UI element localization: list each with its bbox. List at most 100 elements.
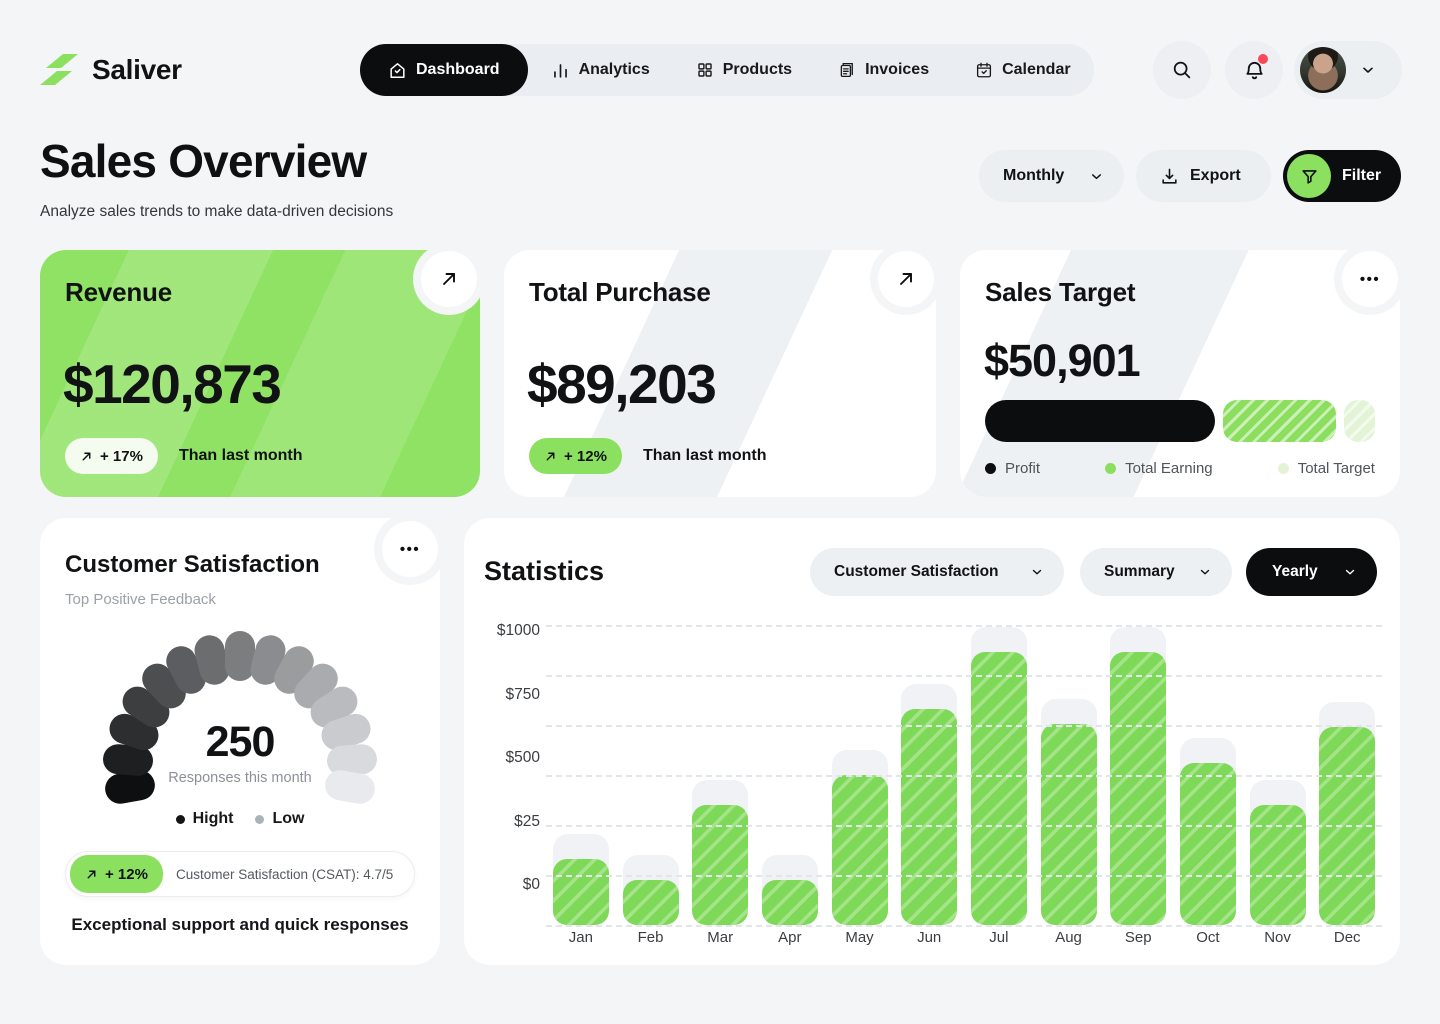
bar-value xyxy=(762,880,818,925)
satisfaction-footnote: Exceptional support and quick responses xyxy=(40,915,440,935)
invoices-icon xyxy=(838,61,856,79)
total-purchase-value: $89,203 xyxy=(527,352,715,416)
arrow-up-right-icon xyxy=(85,868,98,881)
page-title: Sales Overview xyxy=(40,134,366,188)
legend-item-profit: Profit xyxy=(985,460,1040,477)
month-label-jul: Jul xyxy=(964,929,1034,946)
chevron-down-icon xyxy=(1360,62,1376,78)
gridline xyxy=(546,775,1382,777)
bar-jun[interactable] xyxy=(901,684,957,925)
nav-item-calendar[interactable]: Calendar xyxy=(952,44,1093,96)
csat-pill: + 12% Customer Satisfaction (CSAT): 4.7/… xyxy=(65,851,415,897)
chevron-down-icon xyxy=(1198,565,1212,579)
notification-dot xyxy=(1258,54,1268,64)
filter-label: Filter xyxy=(1342,167,1381,185)
period-dropdown[interactable]: Monthly xyxy=(979,150,1124,202)
month-label-sep: Sep xyxy=(1103,929,1173,946)
month-label-aug: Aug xyxy=(1034,929,1104,946)
export-label: Export xyxy=(1190,167,1241,185)
month-label-mar: Mar xyxy=(685,929,755,946)
filter-button[interactable]: Filter xyxy=(1283,150,1401,202)
statistics-title: Statistics xyxy=(484,556,604,587)
ytick-label: $500 xyxy=(506,749,540,767)
products-icon xyxy=(696,61,714,79)
avatar xyxy=(1300,47,1346,93)
legend-item-total-earning: Total Earning xyxy=(1105,460,1213,477)
bar-feb[interactable] xyxy=(623,855,679,925)
chevron-down-icon xyxy=(1343,565,1357,579)
month-label-feb: Feb xyxy=(616,929,686,946)
nav-item-products[interactable]: Products xyxy=(673,44,815,96)
bar-jan[interactable] xyxy=(553,834,609,925)
bar-mar[interactable] xyxy=(692,780,748,925)
ellipsis-icon: ••• xyxy=(1360,271,1380,288)
sales-target-menu-button[interactable]: ••• xyxy=(1342,251,1398,307)
nav-item-analytics[interactable]: Analytics xyxy=(528,44,673,96)
home-icon xyxy=(388,61,407,80)
ytick-label: $0 xyxy=(523,876,540,894)
nav-item-invoices[interactable]: Invoices xyxy=(815,44,952,96)
funnel-icon xyxy=(1287,154,1331,198)
month-label-oct: Oct xyxy=(1173,929,1243,946)
bar-dec[interactable] xyxy=(1319,702,1375,925)
statistics-range-dropdown[interactable]: Yearly xyxy=(1246,548,1377,596)
satisfaction-legend-hight: Hight xyxy=(176,810,234,828)
total-purchase-expand-button[interactable] xyxy=(878,251,934,307)
gridline xyxy=(546,725,1382,727)
download-icon xyxy=(1160,167,1179,186)
csat-delta-badge: + 12% xyxy=(70,855,163,893)
revenue-delta-badge: + 17% xyxy=(65,438,158,474)
ytick-label: $1000 xyxy=(497,622,540,640)
legend-item-total-target: Total Target xyxy=(1278,460,1375,477)
chart-months: JanFebMarAprMayJunJulAugSepOctNovDec xyxy=(546,929,1382,946)
search-button[interactable] xyxy=(1153,41,1211,99)
progress-segment-total-earning xyxy=(1223,400,1336,442)
gridline xyxy=(546,875,1382,877)
gridline xyxy=(546,925,1382,927)
chart-plot: Profit $720.00 xyxy=(546,625,1382,925)
sales-target-legend: Profit Total Earning Total Target xyxy=(985,460,1375,477)
total-purchase-delta-badge: + 12% xyxy=(529,438,622,474)
customer-satisfaction-title: Customer Satisfaction xyxy=(65,551,320,579)
csat-label: Customer Satisfaction (CSAT): 4.7/5 xyxy=(176,867,393,882)
customer-satisfaction-menu-notch: ••• xyxy=(374,513,446,585)
analytics-icon xyxy=(551,61,570,80)
revenue-delta-note: Than last month xyxy=(179,447,303,465)
bar-value xyxy=(1180,763,1236,925)
bar-value xyxy=(1250,805,1306,925)
bar-oct[interactable] xyxy=(1180,738,1236,925)
nav-item-dashboard[interactable]: Dashboard xyxy=(360,44,528,96)
total-purchase-title: Total Purchase xyxy=(529,277,711,308)
bar-apr[interactable] xyxy=(762,855,818,925)
chevron-down-icon xyxy=(1089,169,1104,184)
chart-yticks: $1000$750$500$25$0 xyxy=(470,625,540,925)
sales-target-menu-notch: ••• xyxy=(1334,243,1406,315)
bar-nov[interactable] xyxy=(1250,780,1306,925)
statistics-view-dropdown[interactable]: Summary xyxy=(1080,548,1232,596)
gridline xyxy=(546,825,1382,827)
profile-menu[interactable] xyxy=(1294,41,1402,99)
bar-value xyxy=(692,805,748,925)
notifications-button[interactable] xyxy=(1225,41,1283,99)
page-subtitle: Analyze sales trends to make data-driven… xyxy=(40,203,393,221)
arrow-up-right-icon xyxy=(544,450,557,463)
satisfaction-gauge xyxy=(88,600,392,830)
month-label-may: May xyxy=(825,929,895,946)
revenue-expand-button[interactable] xyxy=(421,251,477,307)
period-dropdown-value: Monthly xyxy=(1003,167,1064,185)
chevron-down-icon xyxy=(1030,565,1044,579)
month-label-dec: Dec xyxy=(1312,929,1382,946)
customer-satisfaction-menu-button[interactable]: ••• xyxy=(382,521,438,577)
calendar-icon xyxy=(975,61,993,79)
bar-aug[interactable] xyxy=(1041,699,1097,925)
arrow-up-right-icon xyxy=(439,269,459,289)
ytick-label: $750 xyxy=(506,686,540,704)
sales-target-progress xyxy=(985,400,1375,442)
statistics-metric-dropdown[interactable]: Customer Satisfaction xyxy=(810,548,1064,596)
month-label-jun: Jun xyxy=(894,929,964,946)
bar-value xyxy=(901,709,957,925)
revenue-expand-notch xyxy=(413,243,485,315)
bar-value xyxy=(623,880,679,925)
month-label-nov: Nov xyxy=(1243,929,1313,946)
export-button[interactable]: Export xyxy=(1136,150,1271,202)
